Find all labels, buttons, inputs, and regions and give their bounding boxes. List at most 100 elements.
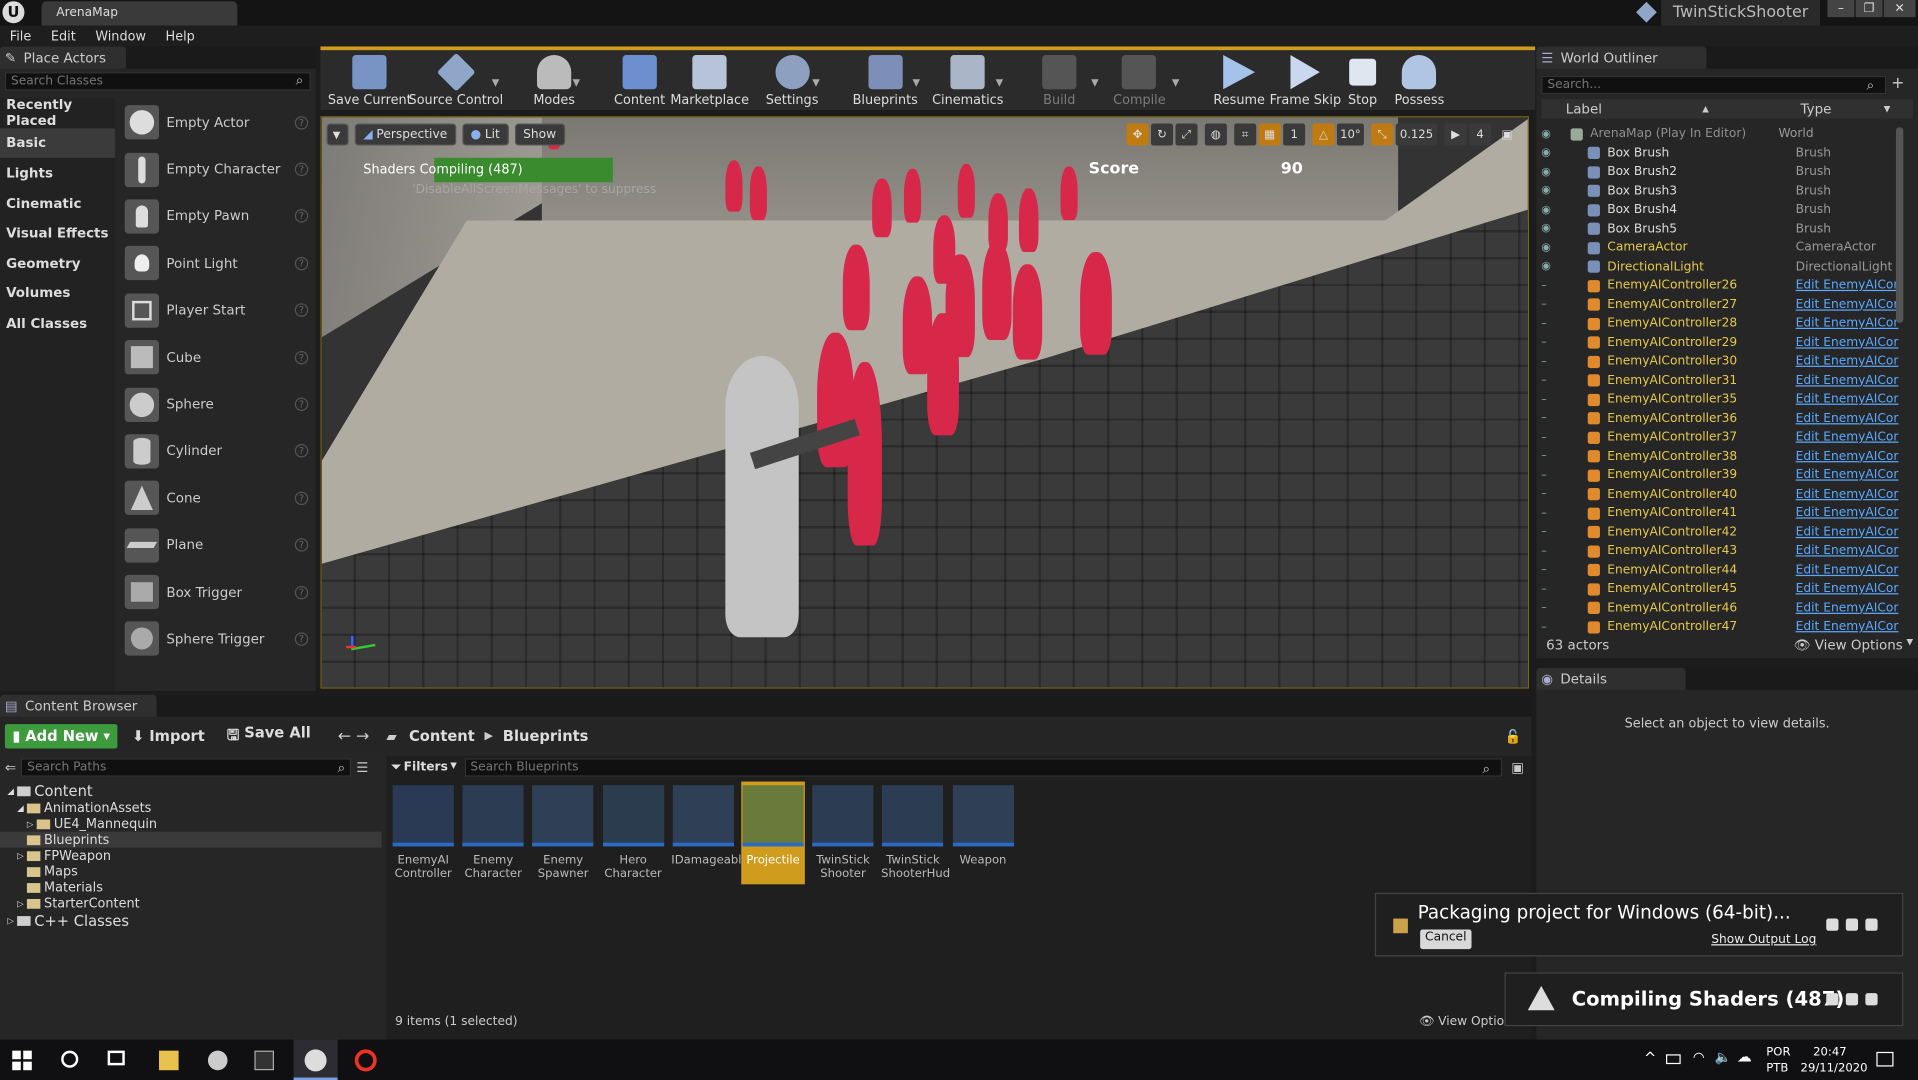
- visibility-placeholder[interactable]: –: [1541, 318, 1556, 330]
- outliner-row[interactable]: – EnemyAIController31 Edit EnemyAICor: [1541, 371, 1903, 390]
- outliner-type[interactable]: Edit EnemyAICor: [1796, 583, 1899, 596]
- asset-tile[interactable]: IDamageable: [671, 785, 749, 867]
- eye-icon[interactable]: ◉: [1541, 204, 1556, 216]
- unreal-taskbar-button[interactable]: [293, 1039, 338, 1080]
- tree-folder[interactable]: ▷ C++ Classes: [0, 911, 382, 929]
- onedrive-icon[interactable]: ☁: [1737, 1048, 1752, 1065]
- outliner-type[interactable]: Edit EnemyAICor: [1796, 355, 1899, 368]
- outliner-row[interactable]: ◉ Box Brush2 Brush: [1541, 163, 1903, 182]
- eye-icon[interactable]: ◉: [1541, 128, 1556, 140]
- outliner-type[interactable]: Edit EnemyAICor: [1796, 393, 1899, 406]
- wifi-icon[interactable]: ◠: [1693, 1049, 1705, 1065]
- content-view-options-button[interactable]: 👁 View Options: [1419, 1015, 1518, 1028]
- category-lights[interactable]: Lights: [0, 158, 115, 188]
- outliner-type[interactable]: Edit EnemyAICor: [1796, 336, 1899, 349]
- visibility-placeholder[interactable]: –: [1541, 356, 1556, 368]
- tree-expander-icon[interactable]: ▷: [17, 898, 27, 908]
- category-geometry[interactable]: Geometry: [0, 248, 115, 278]
- visibility-placeholder[interactable]: –: [1541, 299, 1556, 311]
- outliner-row[interactable]: – EnemyAIController46 Edit EnemyAICor: [1541, 599, 1903, 618]
- add-filter-icon[interactable]: +: [1891, 75, 1904, 93]
- cinematics-button[interactable]: Cinematics: [932, 55, 1003, 108]
- outliner-type[interactable]: Edit EnemyAICor: [1796, 279, 1899, 292]
- outliner-scrollbar[interactable]: [1895, 127, 1904, 323]
- outliner-type[interactable]: Edit EnemyAICor: [1796, 620, 1899, 633]
- visibility-placeholder[interactable]: –: [1541, 564, 1556, 576]
- outliner-type[interactable]: Edit EnemyAICor: [1796, 564, 1899, 577]
- outliner-type[interactable]: Edit EnemyAICor: [1796, 526, 1899, 539]
- help-icon[interactable]: ?: [294, 209, 309, 224]
- menu-window[interactable]: Window: [95, 29, 146, 44]
- tab-place-actors[interactable]: ✎ Place Actors: [0, 46, 126, 69]
- visibility-placeholder[interactable]: –: [1541, 394, 1556, 406]
- outliner-type[interactable]: Edit EnemyAICor: [1796, 488, 1899, 501]
- category-visual-effects[interactable]: Visual Effects: [0, 218, 115, 248]
- tree-folder[interactable]: ▷ FPWeapon: [0, 848, 382, 864]
- outliner-type[interactable]: Edit EnemyAICor: [1796, 431, 1899, 444]
- visibility-placeholder[interactable]: –: [1541, 450, 1556, 462]
- asset-tile[interactable]: EnemyAI Controller: [391, 785, 455, 881]
- eye-icon[interactable]: ◉: [1541, 166, 1556, 178]
- tree-expander-icon[interactable]: ◢: [17, 803, 27, 813]
- outliner-row[interactable]: – EnemyAIController37 Edit EnemyAICor: [1541, 428, 1903, 447]
- perspective-button[interactable]: ◢ Perspective: [354, 123, 456, 146]
- outliner-row[interactable]: – EnemyAIController44 Edit EnemyAICor: [1541, 561, 1903, 580]
- outliner-type[interactable]: Edit EnemyAICor: [1796, 507, 1899, 520]
- maximize-button[interactable]: ❐: [1855, 0, 1883, 18]
- category-basic[interactable]: Basic: [0, 127, 115, 159]
- visibility-placeholder[interactable]: –: [1541, 488, 1556, 500]
- visibility-placeholder[interactable]: –: [1541, 412, 1556, 424]
- file-explorer-icon[interactable]: [159, 1050, 179, 1071]
- level-viewport[interactable]: Shaders Compiling (487) 'DisableAllScree…: [320, 116, 1529, 689]
- tree-expander-icon[interactable]: ◢: [7, 786, 17, 796]
- tree-expander-icon[interactable]: ▷: [7, 915, 17, 925]
- visibility-placeholder[interactable]: –: [1541, 507, 1556, 519]
- help-icon[interactable]: ?: [294, 350, 309, 365]
- outliner-type[interactable]: Edit EnemyAICor: [1796, 545, 1899, 558]
- stop-button[interactable]: Stop: [1348, 55, 1377, 108]
- actor-item[interactable]: Player Start?: [115, 287, 316, 334]
- chevron-down-icon[interactable]: ▼: [492, 77, 500, 88]
- actor-item[interactable]: Empty Pawn?: [115, 193, 316, 240]
- paint-app-icon[interactable]: [207, 1050, 228, 1071]
- chevron-down-icon[interactable]: ▼: [1884, 104, 1891, 114]
- help-icon[interactable]: ?: [294, 585, 309, 599]
- tree-folder[interactable]: ◢ Content: [0, 782, 382, 800]
- eye-icon[interactable]: ◉: [1541, 223, 1556, 235]
- outliner-row[interactable]: – EnemyAIController42 Edit EnemyAICor: [1541, 523, 1903, 542]
- asset-tile[interactable]: Projectile: [741, 781, 805, 885]
- back-arrow-icon[interactable]: ←: [338, 727, 351, 745]
- help-icon[interactable]: ?: [294, 303, 309, 318]
- outliner-row[interactable]: – EnemyAIController36 Edit EnemyAICor: [1541, 409, 1903, 428]
- outliner-row[interactable]: – EnemyAIController35 Edit EnemyAICor: [1541, 390, 1903, 409]
- tree-expander-icon[interactable]: ▷: [17, 851, 27, 861]
- outliner-type[interactable]: Edit EnemyAICor: [1796, 412, 1899, 425]
- asset-tile[interactable]: TwinStick ShooterHud: [881, 785, 950, 881]
- outliner-row[interactable]: – EnemyAIController29 Edit EnemyAICor: [1541, 333, 1903, 352]
- actor-item[interactable]: Cylinder?: [115, 428, 316, 475]
- asset-tile[interactable]: Enemy Character: [461, 785, 525, 881]
- eye-icon[interactable]: ◉: [1541, 261, 1556, 273]
- help-icon[interactable]: ?: [294, 162, 309, 177]
- outliner-search-input[interactable]: [1541, 75, 1887, 95]
- scale-icon[interactable]: ⤢: [1175, 123, 1198, 146]
- visibility-placeholder[interactable]: –: [1541, 621, 1556, 633]
- resume-button[interactable]: Resume: [1213, 55, 1265, 108]
- breadcrumb-blueprints[interactable]: Blueprints: [503, 728, 589, 745]
- settings-button[interactable]: Settings: [766, 55, 818, 108]
- build-button[interactable]: Build: [1042, 55, 1077, 108]
- actor-item[interactable]: Cone?: [115, 475, 316, 522]
- asset-tile[interactable]: Hero Character: [601, 785, 665, 881]
- save-current-button[interactable]: Save Current: [328, 55, 412, 108]
- volume-icon[interactable]: 🔈: [1715, 1049, 1732, 1065]
- angle-snap-value[interactable]: 10°: [1336, 123, 1364, 146]
- outliner-row[interactable]: – EnemyAIController26 Edit EnemyAICor: [1541, 276, 1903, 295]
- forward-arrow-icon[interactable]: →: [356, 727, 369, 745]
- help-icon[interactable]: ?: [294, 115, 309, 130]
- help-icon[interactable]: ?: [294, 397, 309, 411]
- minimize-button[interactable]: –: [1827, 0, 1855, 18]
- cancel-packaging-button[interactable]: Cancel: [1420, 929, 1472, 950]
- help-icon[interactable]: ?: [294, 538, 309, 552]
- outliner-row[interactable]: – EnemyAIController27 Edit EnemyAICor: [1541, 295, 1903, 314]
- column-type[interactable]: Type: [1801, 101, 1832, 117]
